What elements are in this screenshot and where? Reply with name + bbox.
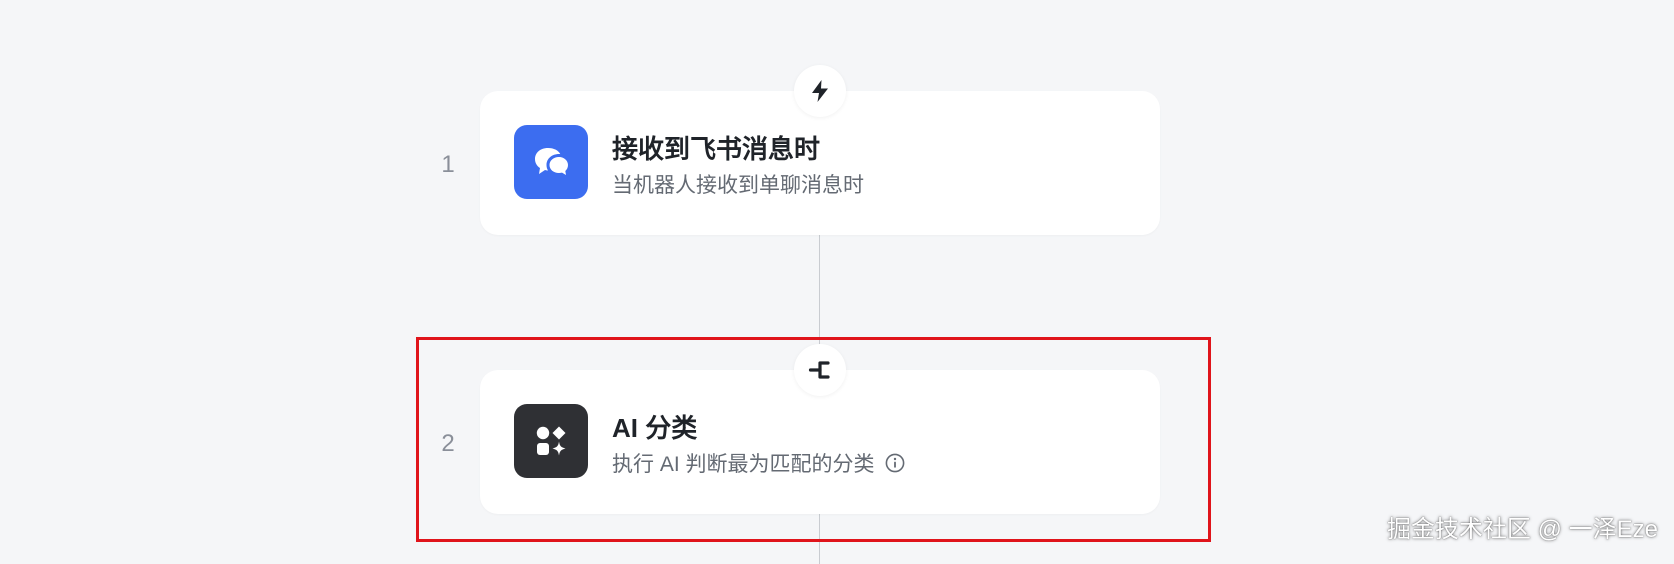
step-number: 1 — [441, 151, 455, 178]
workflow-canvas: 1 接收到飞书消息时 当机器人接收到单聊消息时 2 AI 分类 执行 AI 判断… — [0, 0, 1674, 564]
trigger-badge[interactable] — [794, 65, 846, 117]
watermark: 掘金技术社区 @ 一泽Eze — [1386, 516, 1658, 543]
highlight-annotation-box — [416, 337, 1211, 542]
node-description-text: 当机器人接收到单聊消息时 — [612, 174, 864, 197]
node-title: 接收到飞书消息时 — [612, 134, 821, 164]
lightning-icon — [812, 80, 828, 102]
node-description: 当机器人接收到单聊消息时 — [612, 169, 864, 199]
chat-bubbles-icon — [514, 125, 588, 199]
